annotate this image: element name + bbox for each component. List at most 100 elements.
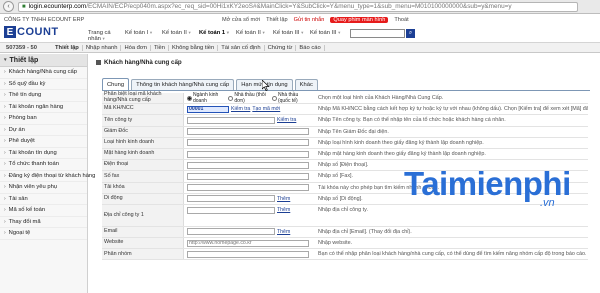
- email-field[interactable]: [187, 228, 275, 236]
- collapse-icon[interactable]: ▾: [4, 57, 7, 63]
- tab-other[interactable]: Khác: [294, 79, 318, 90]
- field-label: Tên công ty: [102, 115, 184, 126]
- tab-general[interactable]: Chung: [102, 78, 130, 90]
- menu-item-personal[interactable]: Trang cá nhân ▾: [88, 30, 125, 42]
- subnav-reports[interactable]: Báo cáo: [296, 44, 325, 51]
- search-icon[interactable]: ⌕: [406, 29, 415, 38]
- sidebar-item-assets[interactable]: › Tài sản: [0, 194, 87, 205]
- phone-input[interactable]: [187, 161, 309, 169]
- form-row: Phân nhóm Bạn có thể nhập phân loại khác…: [102, 249, 588, 261]
- field-label: Mã KH/NCC: [102, 104, 184, 115]
- menu-item-accounting-active[interactable]: Kế toán 1 ▾: [199, 30, 236, 42]
- add-email-link[interactable]: Thêm: [277, 229, 290, 235]
- user-code: 507359 - 50: [6, 44, 37, 51]
- field-help: Nhập loại hình kinh doanh theo giấy đăng…: [318, 139, 484, 146]
- sidebar-item-department[interactable]: › Phòng ban: [0, 113, 87, 125]
- website-input[interactable]: http://www.homepage.co.kr: [187, 239, 309, 247]
- sidebar-item-phone-registration[interactable]: › Đăng ký điện thoại từ khách hàng: [0, 171, 95, 182]
- field-value: http://www.homepage.co.kr: [184, 238, 312, 248]
- chevron-right-icon: ›: [4, 69, 6, 76]
- business-items-input[interactable]: [187, 150, 309, 158]
- sidebar-item-opening-cash[interactable]: › Sổ quỹ đầu kỳ: [0, 79, 87, 90]
- mobile-input[interactable]: [187, 195, 275, 203]
- radio-icon[interactable]: [271, 95, 277, 101]
- field-help: Chọn một loại hình của Khách Hàng/Nhà Cu…: [318, 95, 444, 102]
- chevron-right-icon: ›: [4, 184, 6, 191]
- field-value: Kiểm tra: [184, 115, 312, 125]
- menu-item-accounting-1[interactable]: Kế toán I ▾: [125, 30, 162, 42]
- create-new-code-link[interactable]: Tạo mã mới: [252, 106, 280, 112]
- sidebar-item-payment-org[interactable]: › Tổ chức thanh toán: [0, 159, 87, 171]
- page-title: Khách hàng/Nhà cung cấp: [96, 57, 596, 67]
- check-company-link[interactable]: Kiểm tra: [277, 117, 296, 123]
- screen-record-link[interactable]: Quay phim màn hình: [330, 17, 389, 23]
- sidebar-item-credit-card[interactable]: › Thẻ tín dụng: [0, 90, 87, 102]
- subnav-non-cash[interactable]: Không bằng tiền: [169, 44, 219, 51]
- director-input[interactable]: [187, 128, 309, 136]
- radio-contractor-intl[interactable]: Nhà thầu (quốc tế): [271, 92, 312, 104]
- tab-customer-info[interactable]: Thông tin khách hàng/Nhà cung cấp: [131, 79, 235, 90]
- field-value: Thêm: [184, 227, 312, 237]
- add-mobile-link[interactable]: Thêm: [277, 196, 290, 202]
- menu-search-input[interactable]: [350, 29, 405, 38]
- logout-link[interactable]: Thoát: [394, 17, 408, 23]
- radio-selected-icon[interactable]: [187, 95, 192, 101]
- sidebar-item-customer-supplier[interactable]: › Khách hàng/Nhà cung cấp: [0, 67, 87, 79]
- chevron-right-icon: ›: [4, 126, 6, 133]
- sidebar-title[interactable]: ▾ Thiết lập: [0, 54, 87, 67]
- chevron-right-icon: ›: [4, 115, 6, 122]
- field-label: Mặt hàng kinh doanh: [102, 148, 184, 160]
- radio-icon[interactable]: [228, 95, 234, 101]
- settings-link[interactable]: Thiết lập: [266, 17, 287, 23]
- sidebar-item-credit-account[interactable]: › Tài khoản tín dụng: [0, 148, 87, 159]
- menu-item-accounting-2[interactable]: Kế toán II ▾: [162, 30, 199, 42]
- subnav-setup[interactable]: Thiết lập: [52, 44, 83, 51]
- field-value: Thêm: [184, 205, 312, 226]
- field-help: Bạn có thể nhập phân loại khách hàng/nhà…: [318, 251, 587, 258]
- add-address-link[interactable]: Thêm: [277, 207, 290, 213]
- field-help: Nhập địa chỉ [Email]. (Thay đổi địa chỉ)…: [318, 228, 412, 235]
- sidebar-item-staff[interactable]: › Nhận viên yêu phụ: [0, 182, 87, 194]
- ecount-logo[interactable]: E COUNT: [4, 25, 70, 39]
- logo-text: COUNT: [17, 26, 59, 38]
- sidebar-item-bank-account[interactable]: › Tài khoản ngân hàng: [0, 102, 87, 113]
- send-message-link[interactable]: Gửi tin nhắn: [294, 17, 325, 23]
- menu-item-accounting-3b[interactable]: Kế toán III ▾: [310, 30, 347, 42]
- field-value: [184, 127, 312, 137]
- form-row: Mã KH/NCC 00001 Kiểm tra Tạo mã mới Nhập…: [102, 104, 588, 116]
- sidebar-item-account-code[interactable]: › Mã số kế toán: [0, 205, 87, 217]
- subnav-invoice[interactable]: Hóa đơn: [121, 44, 151, 51]
- form-row: Email Thêm Nhập địa chỉ [Email]. (Thay đ…: [102, 226, 588, 239]
- subnav-cash[interactable]: Tiền: [151, 44, 169, 51]
- radio-business[interactable]: Ngành kinh doanh: [187, 92, 226, 104]
- open-new-window-link[interactable]: Mở cửa sổ mới: [222, 17, 260, 23]
- field-label: Tải khóa: [102, 182, 184, 193]
- menu-item-accounting-3[interactable]: Kế toán III ▾: [273, 30, 310, 42]
- radio-contractor-local[interactable]: Nhà thầu (thôi đơn): [228, 92, 270, 104]
- address-input[interactable]: [187, 206, 275, 214]
- chevron-right-icon: ›: [4, 172, 6, 179]
- menu-item-accounting-2b[interactable]: Kế toán II ▾: [236, 30, 273, 42]
- keyword-input[interactable]: [187, 184, 309, 192]
- sidebar-item-approval[interactable]: › Phê duyệt: [0, 136, 87, 148]
- company-name-input[interactable]: [187, 116, 275, 124]
- type-radio-group: Ngành kinh doanh Nhà thầu (thôi đơn) Nhà…: [184, 92, 312, 104]
- top-links: Mở cửa sổ mới Thiết lập Gửi tin nhắn Qua…: [222, 17, 409, 23]
- address-bar[interactable]: ■ login.ecounterp.com/ECMAIN/ECP/ecp040m…: [18, 1, 578, 12]
- subnav-quick-entry[interactable]: Nhập nhanh: [83, 44, 122, 51]
- group-input[interactable]: [187, 250, 309, 258]
- sidebar-item-currency[interactable]: › Ngoại tệ: [0, 228, 87, 240]
- subnav-fixed-assets[interactable]: Tài sản cố định: [218, 44, 265, 51]
- back-icon[interactable]: ‹: [3, 1, 14, 12]
- subnav-vouchers[interactable]: Chứng từ: [265, 44, 297, 51]
- page-icon: ■: [22, 3, 26, 10]
- fax-input[interactable]: [187, 172, 309, 180]
- field-label: Di động: [102, 193, 184, 204]
- sidebar-item-project[interactable]: › Dự án: [0, 125, 87, 136]
- form-row: Phân biệt loại mã khách hàng/Nhà cung cấ…: [102, 92, 588, 105]
- field-label: Số fax: [102, 171, 184, 182]
- business-type-input[interactable]: [187, 139, 309, 147]
- sidebar-item-change-code[interactable]: › Thay đổi mã: [0, 217, 87, 228]
- customer-code-input[interactable]: 00001: [187, 105, 229, 113]
- check-code-link[interactable]: Kiểm tra: [231, 106, 250, 112]
